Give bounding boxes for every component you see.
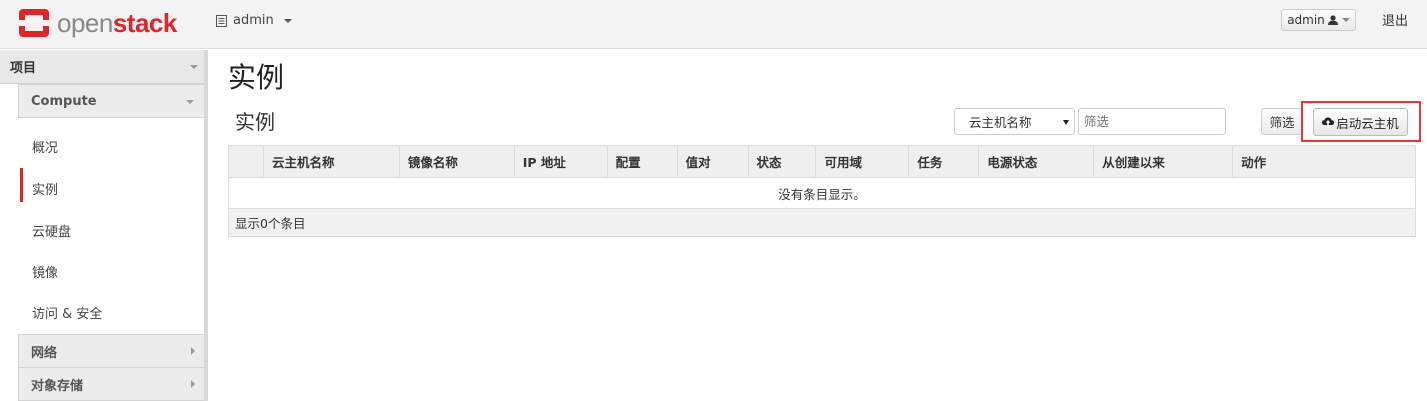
column-power-state[interactable]: 电源状态: [978, 145, 1095, 178]
column-key-pair[interactable]: 值对: [676, 145, 749, 178]
top-navbar: openstack admin admin 退出: [0, 0, 1427, 49]
sidebar-group-label: 网络: [31, 345, 58, 361]
sidebar-item-volumes[interactable]: 云硬盘: [32, 221, 71, 240]
column-flavor[interactable]: 配置: [606, 145, 678, 178]
table-row: 没有条目显示。: [228, 177, 1416, 209]
column-availability-zone[interactable]: 可用域: [815, 145, 910, 178]
chevron-right-icon: [191, 347, 195, 355]
item-count: 显示0个条目: [228, 208, 1416, 237]
project-list-icon: [216, 14, 227, 27]
sidebar-group-object-store[interactable]: 对象存储: [18, 367, 205, 401]
openstack-logo-icon: [18, 9, 50, 37]
column-select[interactable]: [228, 145, 264, 178]
page-title: 实例: [228, 61, 285, 94]
user-name: admin: [1287, 13, 1325, 27]
user-menu-button[interactable]: admin: [1281, 9, 1356, 31]
filter-button[interactable]: 筛选: [1261, 108, 1303, 135]
column-created[interactable]: 从创建以来: [1093, 145, 1234, 178]
sidebar-section-project[interactable]: 项目: [0, 50, 208, 84]
openstack-logo[interactable]: openstack: [18, 7, 177, 39]
launch-instance-label: 启动云主机: [1336, 115, 1399, 131]
filter-input[interactable]: [1078, 108, 1226, 135]
table-footer-row: 显示0个条目: [228, 208, 1416, 237]
column-actions: 动作: [1232, 145, 1416, 178]
chevron-right-icon: [191, 380, 195, 388]
column-instance-name[interactable]: 云主机名称: [262, 145, 400, 178]
logo-wordmark: openstack: [57, 8, 177, 38]
sidebar-item-access-security[interactable]: 访问 & 安全: [32, 303, 102, 322]
project-selector[interactable]: admin: [216, 13, 292, 28]
chevron-down-icon: [186, 100, 194, 104]
sidebar-item-images[interactable]: 镜像: [32, 262, 58, 281]
logout-link[interactable]: 退出: [1382, 10, 1408, 29]
chevron-down-icon: [1063, 120, 1069, 125]
column-task[interactable]: 任务: [908, 145, 980, 178]
table-title: 实例: [235, 110, 275, 134]
column-image-name[interactable]: 镜像名称: [398, 145, 515, 178]
launch-instance-button[interactable]: 启动云主机: [1313, 108, 1408, 136]
sidebar-item-instances[interactable]: 实例: [32, 179, 58, 198]
filter-field-value: 云主机名称: [969, 115, 1032, 130]
project-name: admin: [233, 13, 274, 28]
instances-table: 云主机名称 镜像名称 IP 地址 配置 值对 状态 可用域 任务 电源状态 从创…: [228, 145, 1416, 237]
column-status[interactable]: 状态: [747, 145, 817, 178]
sidebar-group-label: Compute: [31, 93, 97, 109]
filter-field-select[interactable]: 云主机名称: [954, 108, 1075, 135]
user-icon: [1327, 15, 1338, 25]
sidebar-item-overview[interactable]: 概况: [32, 137, 58, 156]
sidebar-section-label: 项目: [10, 61, 37, 76]
sidebar: 项目 Compute 概况 实例 云硬盘 镜像 访问 & 安全 网络 对象存储: [0, 50, 208, 401]
sidebar-group-network[interactable]: 网络: [18, 334, 205, 368]
cloud-upload-icon: [1322, 117, 1335, 127]
empty-table-message: 没有条目显示。: [228, 177, 1416, 209]
sidebar-group-label: 对象存储: [31, 378, 84, 394]
chevron-down-icon: [190, 65, 198, 69]
sidebar-group-compute[interactable]: Compute: [18, 84, 205, 118]
column-ip-address[interactable]: IP 地址: [513, 145, 608, 178]
table-header-row: 云主机名称 镜像名称 IP 地址 配置 值对 状态 可用域 任务 电源状态 从创…: [228, 145, 1416, 178]
sidebar-scroll-rail: [204, 50, 208, 401]
chevron-down-icon: [1341, 18, 1350, 22]
chevron-down-icon: [283, 18, 292, 23]
